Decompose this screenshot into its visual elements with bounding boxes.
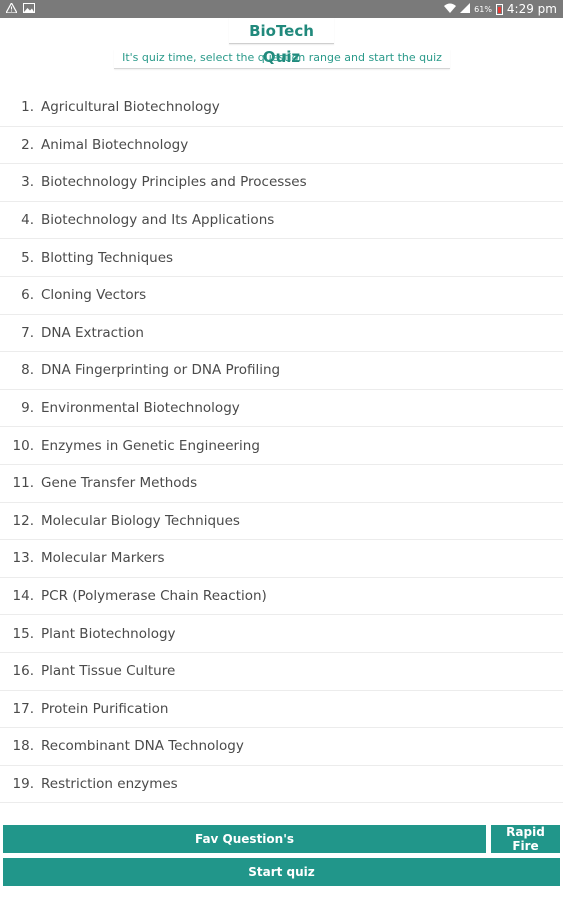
topic-label: Animal Biotechnology <box>41 136 189 153</box>
topic-list: 1. Agricultural Biotechnology 2. Animal Bi… <box>0 89 563 804</box>
topic-label: Environmental Biotechnology <box>41 400 240 417</box>
topic-item[interactable]: 9. Environmental Biotechnology <box>0 390 563 428</box>
topic-label: Cloning Vectors <box>41 287 147 304</box>
topic-item[interactable]: 6. Cloning Vectors <box>0 277 563 315</box>
topic-label: Restriction enzymes <box>41 775 178 792</box>
topic-item[interactable]: 3. Biotechnology Principles and Processes <box>0 164 563 202</box>
topic-label: DNA Fingerprinting or DNA Profiling <box>41 362 281 379</box>
topic-item[interactable]: 17. Protein Purification <box>0 691 563 729</box>
topic-number: 3. <box>21 174 34 191</box>
topic-item[interactable]: 13. Molecular Markers <box>0 540 563 578</box>
topic-label: Molecular Biology Techniques <box>41 512 240 529</box>
topic-item[interactable]: 1. Agricultural Biotechnology <box>0 89 563 127</box>
topic-item[interactable]: 12. Molecular Biology Techniques <box>0 503 563 541</box>
topic-label: Plant Tissue Culture <box>41 663 176 680</box>
topic-label: Plant Biotechnology <box>41 625 176 642</box>
topic-number: 19. <box>12 775 34 792</box>
topic-item[interactable]: 2. Animal Biotechnology <box>0 127 563 165</box>
topic-item[interactable]: 14. PCR (Polymerase Chain Reaction) <box>0 578 563 616</box>
signal-icon <box>460 2 471 16</box>
topic-number: 10. <box>12 437 34 454</box>
topic-label: Molecular Markers <box>41 550 165 567</box>
topic-label: PCR (Polymerase Chain Reaction) <box>41 588 267 605</box>
topic-label: Enzymes in Genetic Engineering <box>41 437 260 454</box>
topic-number: 18. <box>12 738 34 755</box>
battery-percent: 61% <box>474 4 492 14</box>
topic-item[interactable]: 18. Recombinant DNA Technology <box>0 728 563 766</box>
topic-item[interactable]: 8. DNA Fingerprinting or DNA Profiling <box>0 352 563 390</box>
topic-label: Biotechnology and Its Applications <box>41 212 275 229</box>
topic-item[interactable]: 11. Gene Transfer Methods <box>0 465 563 503</box>
topic-number: 4. <box>21 212 34 229</box>
rapid-fire-button[interactable]: Rapid Fire <box>491 825 560 853</box>
topic-number: 6. <box>21 287 34 304</box>
page-subtitle: It's quiz time, select the question rang… <box>114 49 450 69</box>
topic-number: 7. <box>21 324 34 341</box>
topic-item[interactable]: 15. Plant Biotechnology <box>0 615 563 653</box>
fav-questions-button[interactable]: Fav Question's <box>3 825 486 853</box>
topic-item[interactable]: 10. Enzymes in Genetic Engineering <box>0 427 563 465</box>
status-left-icons <box>4 1 35 16</box>
topic-item[interactable]: 7. DNA Extraction <box>0 315 563 353</box>
wifi-icon <box>444 3 457 16</box>
topic-item[interactable]: 19. Restriction enzymes <box>0 766 563 804</box>
status-time: 4:29 pm <box>506 2 557 16</box>
topic-number: 1. <box>21 99 34 116</box>
topic-number: 5. <box>21 249 34 266</box>
status-bar: 61% 4:29 pm <box>0 0 563 18</box>
topic-item[interactable]: 4. Biotechnology and Its Applications <box>0 202 563 240</box>
topic-number: 8. <box>21 362 34 379</box>
topic-label: DNA Extraction <box>41 324 144 341</box>
topic-label: Gene Transfer Methods <box>41 475 198 492</box>
status-right: 61% 4:29 pm <box>444 2 557 16</box>
topic-number: 12. <box>12 512 34 529</box>
warning-icon <box>4 1 19 16</box>
topic-number: 11. <box>12 475 34 492</box>
topic-label: Blotting Techniques <box>41 249 174 266</box>
topic-number: 9. <box>21 400 34 417</box>
page-title: BioTech Quiz <box>229 18 334 66</box>
topic-label: Agricultural Biotechnology <box>41 99 220 116</box>
start-quiz-button[interactable]: Start quiz <box>3 858 560 886</box>
image-icon <box>23 2 35 16</box>
topic-item[interactable]: 5. Blotting Techniques <box>0 239 563 277</box>
battery-icon <box>495 3 503 15</box>
topic-label: Recombinant DNA Technology <box>41 738 244 755</box>
topic-number: 16. <box>12 663 34 680</box>
topic-number: 15. <box>12 625 34 642</box>
topic-number: 2. <box>21 136 34 153</box>
topic-item[interactable]: 16. Plant Tissue Culture <box>0 653 563 691</box>
topic-number: 14. <box>12 588 34 605</box>
topic-number: 13. <box>12 550 34 567</box>
topic-number: 17. <box>12 700 34 717</box>
topic-label: Biotechnology Principles and Processes <box>41 174 307 191</box>
topic-label: Protein Purification <box>41 700 169 717</box>
